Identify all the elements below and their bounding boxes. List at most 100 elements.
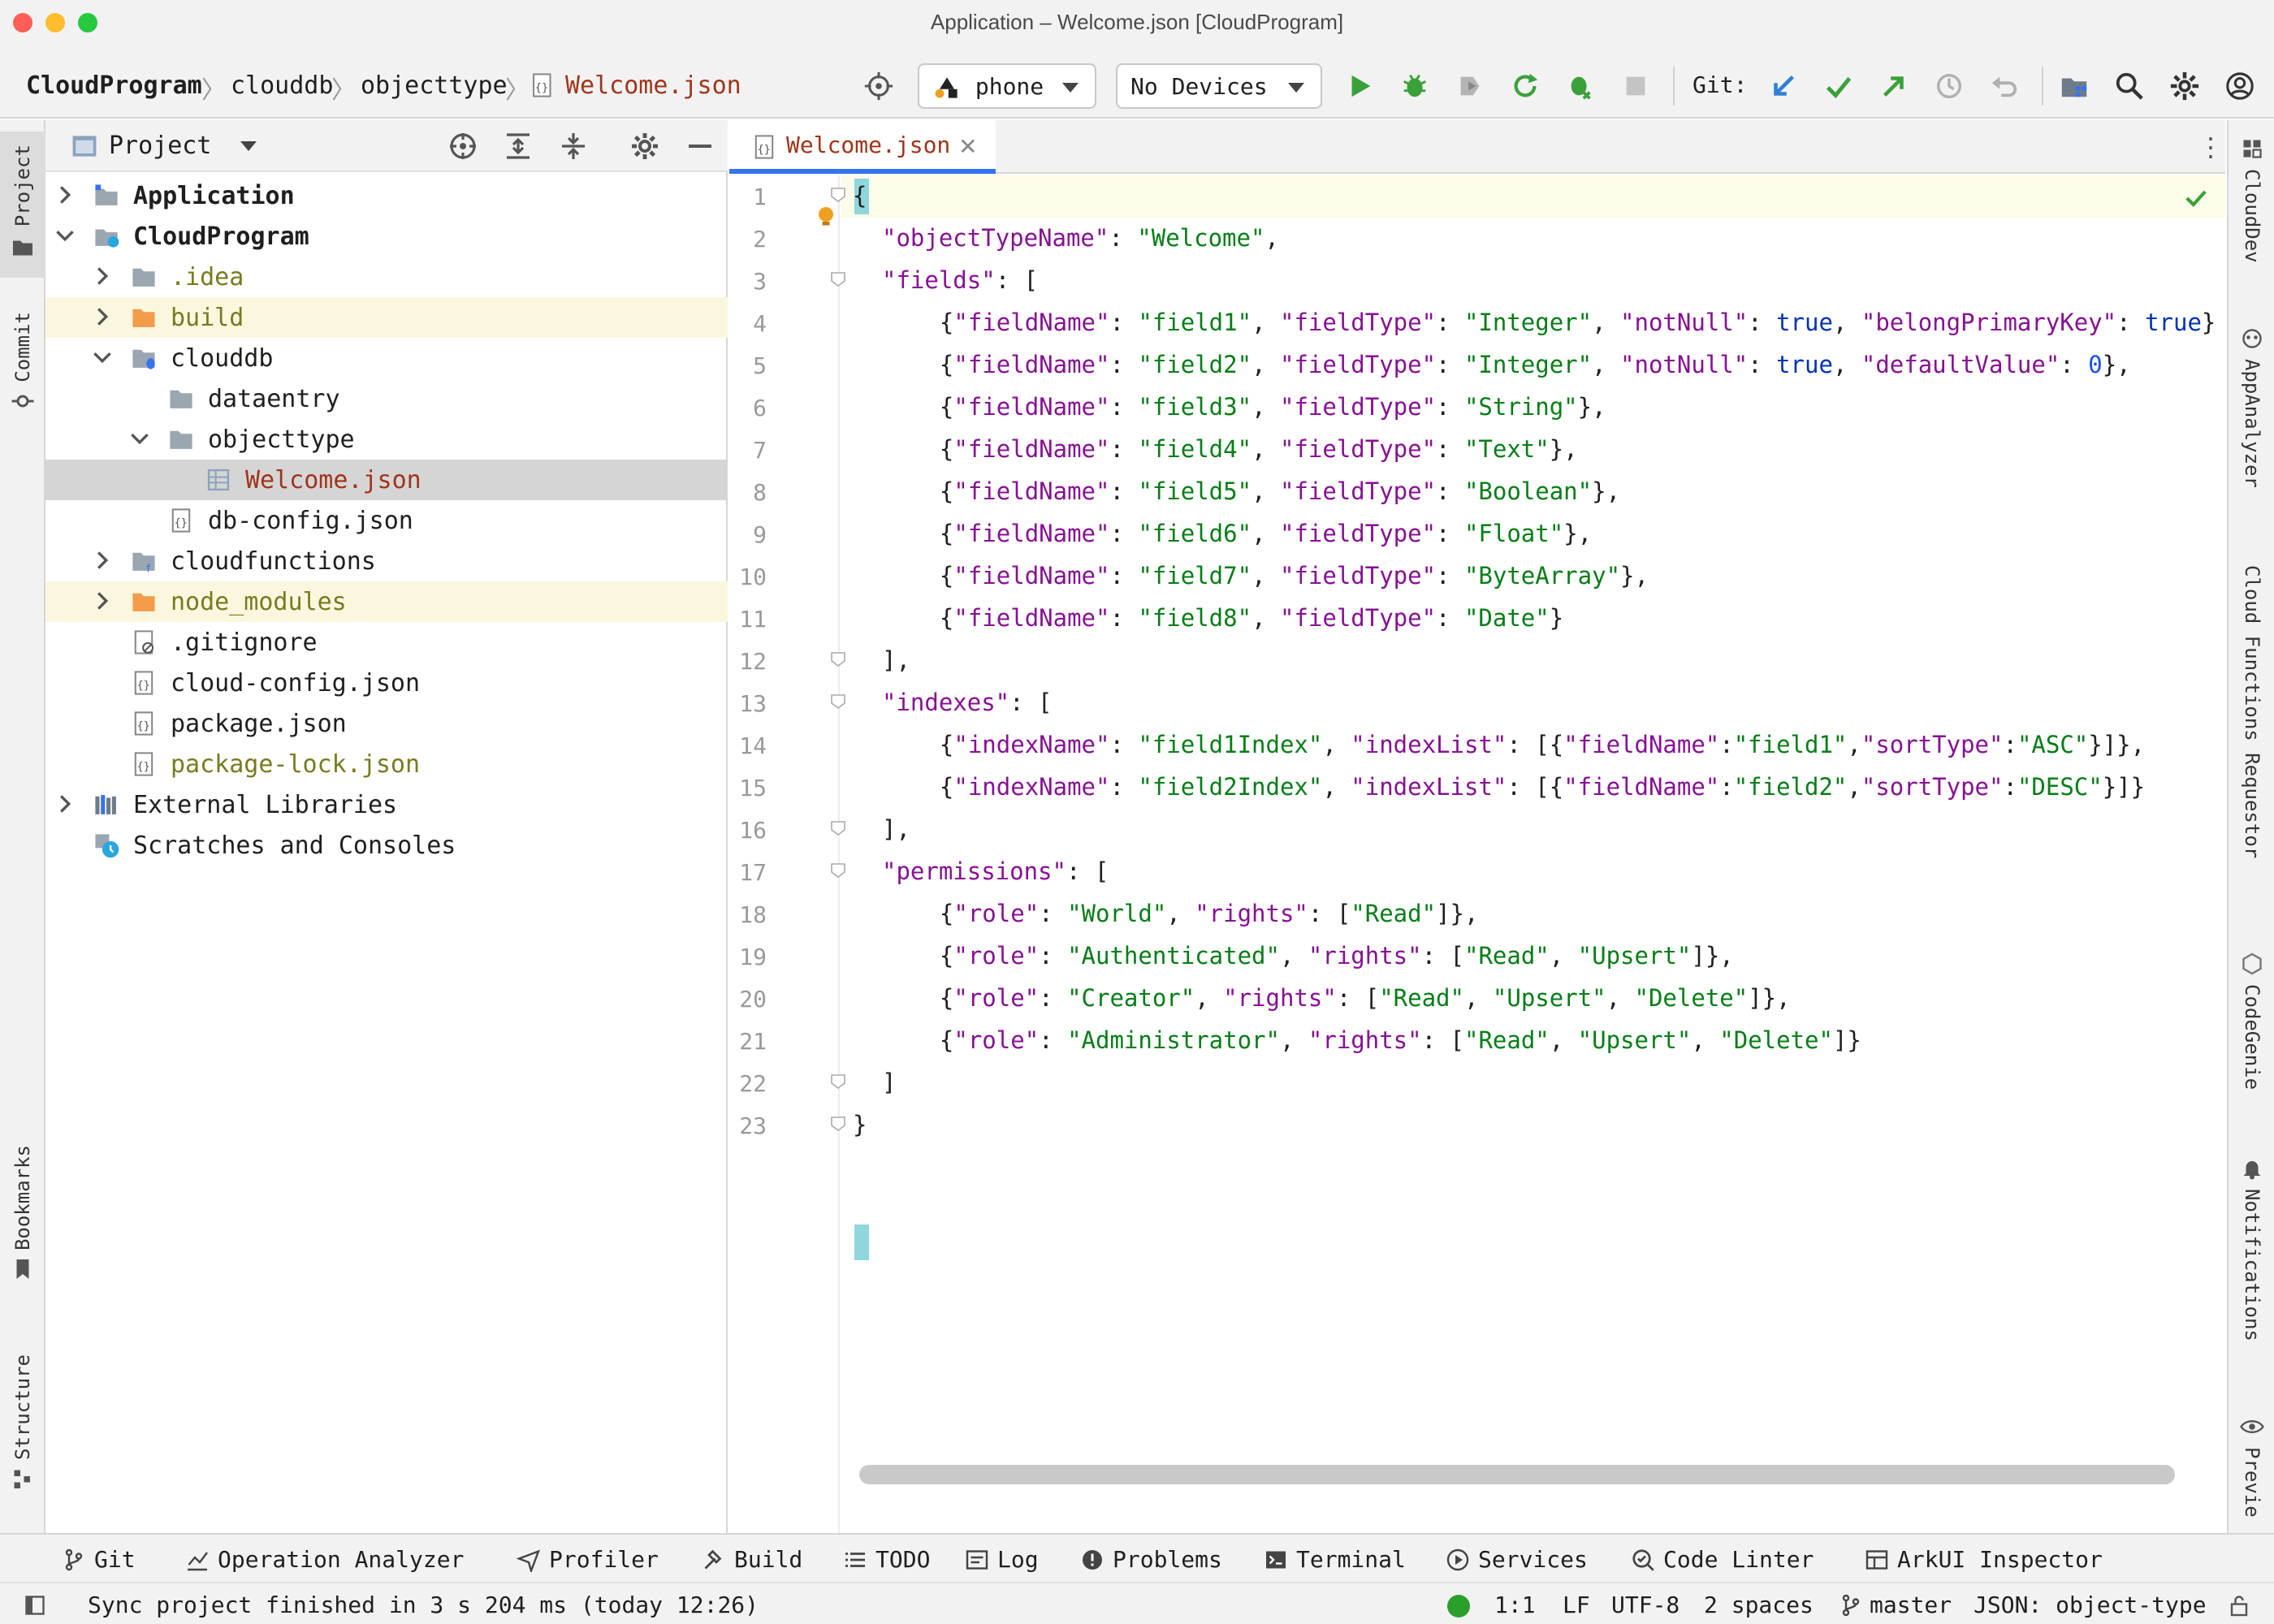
tool-log[interactable]: Log	[965, 1546, 1039, 1573]
target-icon[interactable]	[862, 70, 895, 102]
git-update-icon[interactable]	[1767, 70, 1800, 102]
chevron-down-icon[interactable]	[240, 141, 257, 151]
rollback-icon[interactable]	[1988, 70, 2021, 102]
tool-git[interactable]: Git	[62, 1546, 136, 1573]
search-icon[interactable]	[2113, 70, 2146, 102]
no-problems-check-icon[interactable]	[2183, 185, 2209, 215]
file-encoding[interactable]: UTF-8	[1611, 1592, 1680, 1618]
chevron-right-icon[interactable]	[93, 591, 112, 611]
chevron-right-icon[interactable]	[55, 185, 75, 205]
horizontal-scrollbar[interactable]	[859, 1465, 2175, 1484]
tool-terminal[interactable]: Terminal	[1264, 1546, 1406, 1573]
code-line[interactable]: {"fieldName": "field5", "fieldType": "Bo…	[911, 477, 1620, 505]
code-line[interactable]: }	[853, 1111, 867, 1138]
toggle-tool-windows-icon[interactable]	[23, 1593, 47, 1622]
tool-tab-commit[interactable]: Commit	[0, 304, 45, 450]
code-line[interactable]: {"fieldName": "field4", "fieldType": "Te…	[911, 435, 1578, 463]
tool-services[interactable]: Services	[1446, 1546, 1588, 1573]
tool-tab-structure[interactable]: Structure	[0, 1354, 45, 1517]
indent-setting[interactable]: 2 spaces	[1704, 1592, 1814, 1618]
line-ending[interactable]: LF	[1563, 1592, 1590, 1618]
tool-code-linter[interactable]: Code Linter	[1631, 1546, 1814, 1573]
git-branch[interactable]: master	[1870, 1592, 1952, 1618]
fold-marker-icon[interactable]	[830, 1116, 846, 1132]
code-line[interactable]: "indexes": [	[882, 689, 1053, 716]
code-line[interactable]: {	[853, 182, 867, 209]
tree-row-gitignore[interactable]: .gitignore	[45, 622, 728, 663]
history-icon[interactable]	[1933, 70, 1965, 102]
tree-row-cloudfunctions[interactable]: f cloudfunctions	[45, 541, 728, 581]
code-line[interactable]: "objectTypeName": "Welcome",	[882, 224, 1279, 252]
fold-marker-icon[interactable]	[830, 693, 846, 710]
code-line[interactable]: {"fieldName": "field8", "fieldType": "Da…	[911, 604, 1563, 632]
fold-marker-icon[interactable]	[830, 651, 846, 667]
chevron-right-icon[interactable]	[93, 551, 112, 570]
tree-row-build[interactable]: build	[45, 297, 728, 338]
tree-row-dataentry[interactable]: dataentry	[45, 378, 728, 419]
code-line[interactable]: "permissions": [	[882, 857, 1109, 885]
tool-tab-cloud-functions-requestor[interactable]: Cloud Functions Requestor	[2229, 562, 2274, 984]
editor-tab-welcome-json[interactable]: {} Welcome.json ✕	[729, 120, 996, 174]
git-commit-icon[interactable]	[1822, 70, 1855, 102]
code-line[interactable]: {"role": "World", "rights": ["Read"]},	[911, 900, 1479, 927]
project-view-selector[interactable]: Project	[109, 132, 211, 160]
device-module-select[interactable]: phone	[918, 63, 1096, 109]
lock-icon[interactable]	[2227, 1593, 2251, 1622]
tree-row-package-json[interactable]: {} package.json	[45, 703, 728, 744]
tool-todo[interactable]: TODO	[843, 1546, 930, 1573]
code-line[interactable]: {"fieldName": "field6", "fieldType": "Fl…	[911, 520, 1592, 547]
expand-all-icon[interactable]	[502, 130, 534, 162]
locate-file-icon[interactable]	[447, 130, 479, 162]
tree-row-external-libraries[interactable]: External Libraries	[45, 784, 728, 825]
code-line[interactable]: {"indexName": "field1Index", "indexList"…	[911, 731, 2145, 758]
tree-row-scratches[interactable]: Scratches and Consoles	[45, 825, 728, 866]
code-line[interactable]: ],	[882, 646, 910, 674]
status-indicator-icon[interactable]	[1447, 1595, 1470, 1618]
fold-marker-icon[interactable]	[830, 187, 846, 203]
caret-position[interactable]: 1:1	[1494, 1592, 1536, 1618]
tree-row-db-config-json[interactable]: {} db-config.json	[45, 500, 728, 541]
chevron-down-icon[interactable]	[130, 429, 149, 448]
chevron-right-icon[interactable]	[55, 794, 75, 814]
apply-changes-icon[interactable]	[1509, 70, 1541, 102]
project-structure-icon[interactable]	[2058, 70, 2090, 102]
tool-arkui-inspector[interactable]: ArkUI Inspector	[1865, 1546, 2103, 1573]
gear-icon[interactable]	[2168, 70, 2201, 102]
account-icon[interactable]	[2224, 70, 2256, 102]
tool-operation-analyzer[interactable]: Operation Analyzer	[185, 1546, 464, 1573]
code-line[interactable]: "fields": [	[882, 266, 1038, 294]
tree-row-node-modules[interactable]: node_modules	[45, 581, 728, 622]
attach-debugger-icon[interactable]	[1454, 70, 1486, 102]
fold-marker-icon[interactable]	[830, 862, 846, 879]
chevron-down-icon[interactable]	[93, 348, 112, 367]
fold-marker-icon[interactable]	[830, 1073, 846, 1090]
tree-row-clouddb[interactable]: clouddb	[45, 338, 728, 378]
code-line[interactable]: {"role": "Administrator", "rights": ["Re…	[911, 1026, 1861, 1054]
tree-row-welcome-json[interactable]: Welcome.json	[45, 460, 728, 500]
breadcrumb-welcome-json[interactable]: Welcome.json	[565, 71, 741, 100]
code-line[interactable]: {"fieldName": "field2", "fieldType": "In…	[911, 351, 2131, 378]
gear-icon[interactable]	[629, 130, 661, 162]
tool-build[interactable]: Build	[702, 1546, 802, 1573]
run-icon[interactable]	[1343, 70, 1376, 102]
tree-row-application[interactable]: Application	[45, 175, 728, 216]
git-push-icon[interactable]	[1878, 70, 1910, 102]
collapse-all-icon[interactable]	[557, 130, 590, 162]
json-schema[interactable]: JSON: object-type	[1974, 1592, 2207, 1618]
tree-row-idea[interactable]: .idea	[45, 257, 728, 297]
close-icon[interactable]: ✕	[958, 133, 977, 160]
hide-panel-icon[interactable]	[684, 130, 716, 162]
tree-row-cloudprogram[interactable]: CloudProgram	[45, 216, 728, 257]
stop-icon[interactable]	[1619, 70, 1652, 102]
tool-tab-preview[interactable]: Previe	[2229, 1415, 2274, 1536]
device-target-select[interactable]: No Devices	[1116, 63, 1322, 109]
chevron-right-icon[interactable]	[93, 307, 112, 326]
breadcrumb-objecttype[interactable]: objecttype	[361, 71, 508, 100]
code-line[interactable]: ],	[882, 815, 910, 843]
breadcrumb-cloudprogram[interactable]: CloudProgram	[26, 71, 202, 100]
chevron-right-icon[interactable]	[93, 266, 112, 286]
status-message[interactable]: Sync project finished in 3 s 204 ms (tod…	[88, 1592, 759, 1618]
tree-row-objecttype[interactable]: objecttype	[45, 419, 728, 460]
tree-row-package-lock-json[interactable]: {} package-lock.json	[45, 744, 728, 784]
tool-tab-project[interactable]: Project	[0, 132, 45, 278]
